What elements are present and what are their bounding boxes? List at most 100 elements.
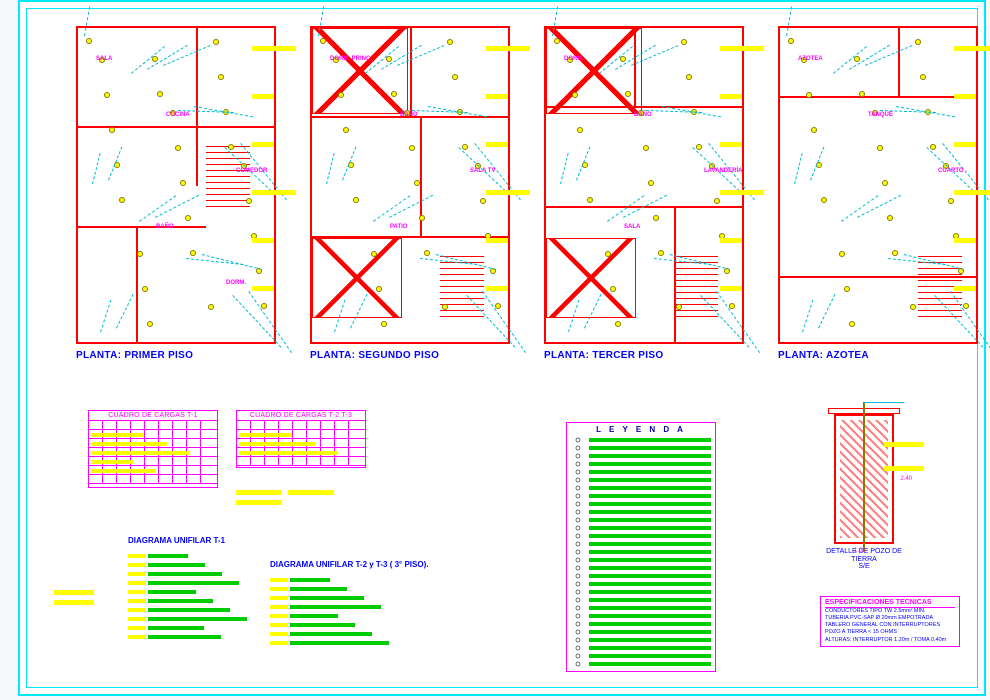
circuito-tomas-icon bbox=[571, 621, 585, 627]
legend-row-sube bbox=[567, 652, 715, 660]
room-label: LAVANDERÍA bbox=[704, 168, 742, 174]
fluorescente-icon bbox=[571, 605, 585, 611]
room-label: SALA TV bbox=[470, 168, 495, 174]
legend-row-spot-light bbox=[567, 596, 715, 604]
legend-row-conmutador bbox=[567, 460, 715, 468]
spec-line: CONDUCTORES TIPO TW 2.5mm² MIN. bbox=[825, 608, 955, 615]
plan-title: PLANTA: AZOTEA bbox=[778, 350, 978, 361]
tuberia-piso-icon bbox=[571, 637, 585, 643]
load-table: CUADRO DE CARGAS T-1 bbox=[88, 410, 218, 488]
tv-cable-icon bbox=[571, 573, 585, 579]
interruptor-doble-icon bbox=[571, 445, 585, 451]
floor-plan-p2: DORM. PRINC.BAÑOSALA TVPATIOPLANTA: SEGU… bbox=[310, 26, 510, 361]
legend-title: L E Y E N D A bbox=[567, 423, 715, 436]
tablero-icon bbox=[571, 541, 585, 547]
floor-plan-p1: SALA COCINA COMEDOR BAÑO DORM. PLANTA: PRIMER… bbox=[76, 26, 276, 361]
tomacorriente-icon bbox=[571, 469, 585, 475]
caja-pase-icon bbox=[571, 517, 585, 523]
salida-luz-techo-icon bbox=[571, 493, 585, 499]
pulsador-timbre-icon bbox=[571, 525, 585, 531]
legend-row-medidor bbox=[567, 548, 715, 556]
drawing-sheet: SALA COCINA COMEDOR BAÑO DORM. PLANTA: PRIMER… bbox=[18, 0, 986, 696]
legend-row-tomacorriente-tierra bbox=[567, 476, 715, 484]
plan-box: SALA COCINA COMEDOR BAÑO DORM. bbox=[76, 26, 276, 344]
legend-row-tuberia-techo bbox=[567, 644, 715, 652]
room-label: BAÑO bbox=[156, 224, 174, 230]
well-scale: S/E bbox=[858, 563, 869, 570]
room-label: CUARTO bbox=[938, 168, 964, 174]
legend-row-salida-luz-pared bbox=[567, 500, 715, 508]
legend-row-intercomunicador bbox=[567, 580, 715, 588]
braquete-icon bbox=[571, 509, 585, 515]
legend-row-circuito-alumbrado bbox=[567, 612, 715, 620]
legend-row-interruptor-simple bbox=[567, 436, 715, 444]
legend-row-caja-pase bbox=[567, 516, 715, 524]
plan-box: AZOTEA TANQUE CUARTO bbox=[778, 26, 978, 344]
plan-title: PLANTA: PRIMER PISO bbox=[76, 350, 276, 361]
legend-row-pulsador-timbre bbox=[567, 524, 715, 532]
spec-line: POZO A TIERRA < 15 OHMS bbox=[825, 629, 955, 636]
plan-box: DORM. BAÑO LAVANDERÍA SALA bbox=[544, 26, 744, 344]
plan-title: PLANTA: SEGUNDO PISO bbox=[310, 350, 510, 361]
legend-row-circuito-tomas bbox=[567, 620, 715, 628]
legend-panel: L E Y E N D A bbox=[566, 422, 716, 672]
salida-luz-pared-icon bbox=[571, 501, 585, 507]
room-label: TANQUE bbox=[868, 112, 893, 118]
load-table-title: CUADRO DE CARGAS T-1 bbox=[89, 411, 217, 421]
unifilar-title: DIAGRAMA UNIFILAR T-1 bbox=[128, 536, 225, 545]
legend-row-salida-fuerza bbox=[567, 588, 715, 596]
legend-row-baja bbox=[567, 660, 715, 668]
legend-row-tuberia-piso bbox=[567, 636, 715, 644]
legend-row-tomacorriente bbox=[567, 468, 715, 476]
unifilar-title: DIAGRAMA UNIFILAR T-2 y T-3 ( 3° PISO). bbox=[270, 560, 428, 569]
room-label: SALA bbox=[96, 56, 112, 62]
salida-fuerza-icon bbox=[571, 589, 585, 595]
load-table: CUADRO DE CARGAS T-2 T-3 bbox=[236, 410, 366, 468]
baja-icon bbox=[571, 661, 585, 667]
specs-panel: ESPECIFICACIONES TECNICAS CONDUCTORES TI… bbox=[820, 596, 960, 647]
ground-well-detail: 2.40 1.00 DETALLE DE POZO DE TIERRA S/E bbox=[820, 414, 908, 571]
legend-row-pozo-tierra bbox=[567, 556, 715, 564]
legend-row-tablero bbox=[567, 540, 715, 548]
timbre-icon bbox=[571, 533, 585, 539]
room-label: BAÑO bbox=[400, 112, 418, 118]
tuberia-techo-icon bbox=[571, 645, 585, 651]
floor-plan-p3: DORM. BAÑO LAVANDERÍA SALA PLANTA: TERCER PI… bbox=[544, 26, 744, 361]
plan-box: DORM. PRINC.BAÑOSALA TVPATIO bbox=[310, 26, 510, 344]
legend-row-tv-cable bbox=[567, 572, 715, 580]
tomacorriente-alto-icon bbox=[571, 485, 585, 491]
room-label: DORM. bbox=[564, 56, 584, 62]
plan-title: PLANTA: TERCER PISO bbox=[544, 350, 744, 361]
conmutador-icon bbox=[571, 461, 585, 467]
legend-row-salida-luz-techo bbox=[567, 492, 715, 500]
tuberia-pvc-icon bbox=[571, 629, 585, 635]
load-table-title: CUADRO DE CARGAS T-2 T-3 bbox=[237, 411, 365, 421]
medidor-icon bbox=[571, 549, 585, 555]
circuito-alumbrado-icon bbox=[571, 613, 585, 619]
legend-row-tomacorriente-alto bbox=[567, 484, 715, 492]
legend-row-interruptor-doble bbox=[567, 444, 715, 452]
legend-row-tuberia-pvc bbox=[567, 628, 715, 636]
interruptor-simple-icon bbox=[571, 437, 585, 443]
room-label: COCINA bbox=[166, 112, 190, 118]
room-label: AZOTEA bbox=[798, 56, 823, 62]
room-label: DORM. PRINC. bbox=[330, 56, 372, 62]
spec-line: TABLERO GENERAL CON INTERRUPTORES bbox=[825, 622, 955, 629]
legend-row-timbre bbox=[567, 532, 715, 540]
telefono-icon bbox=[571, 565, 585, 571]
tomacorriente-tierra-icon bbox=[571, 477, 585, 483]
legend-row-braquete bbox=[567, 508, 715, 516]
sube-icon bbox=[571, 653, 585, 659]
legend-row-interruptor-triple bbox=[567, 452, 715, 460]
spec-line: ALTURAS: INTERRUPTOR 1.20m / TOMA 0.40m bbox=[825, 637, 955, 644]
spec-line: TUBERÍA PVC-SAP Ø 20mm EMPOTRADA bbox=[825, 615, 955, 622]
legend-row-telefono bbox=[567, 564, 715, 572]
room-label: BAÑO bbox=[634, 112, 652, 118]
room-label: DORM. bbox=[226, 280, 246, 286]
floor-plan-p4: AZOTEA TANQUE CUARTO PLANTA: AZOTEA bbox=[778, 26, 978, 361]
legend-row-fluorescente bbox=[567, 604, 715, 612]
intercomunicador-icon bbox=[571, 581, 585, 587]
spot-light-icon bbox=[571, 597, 585, 603]
room-label: SALA bbox=[624, 224, 640, 230]
room-label: COMEDOR bbox=[236, 168, 267, 174]
